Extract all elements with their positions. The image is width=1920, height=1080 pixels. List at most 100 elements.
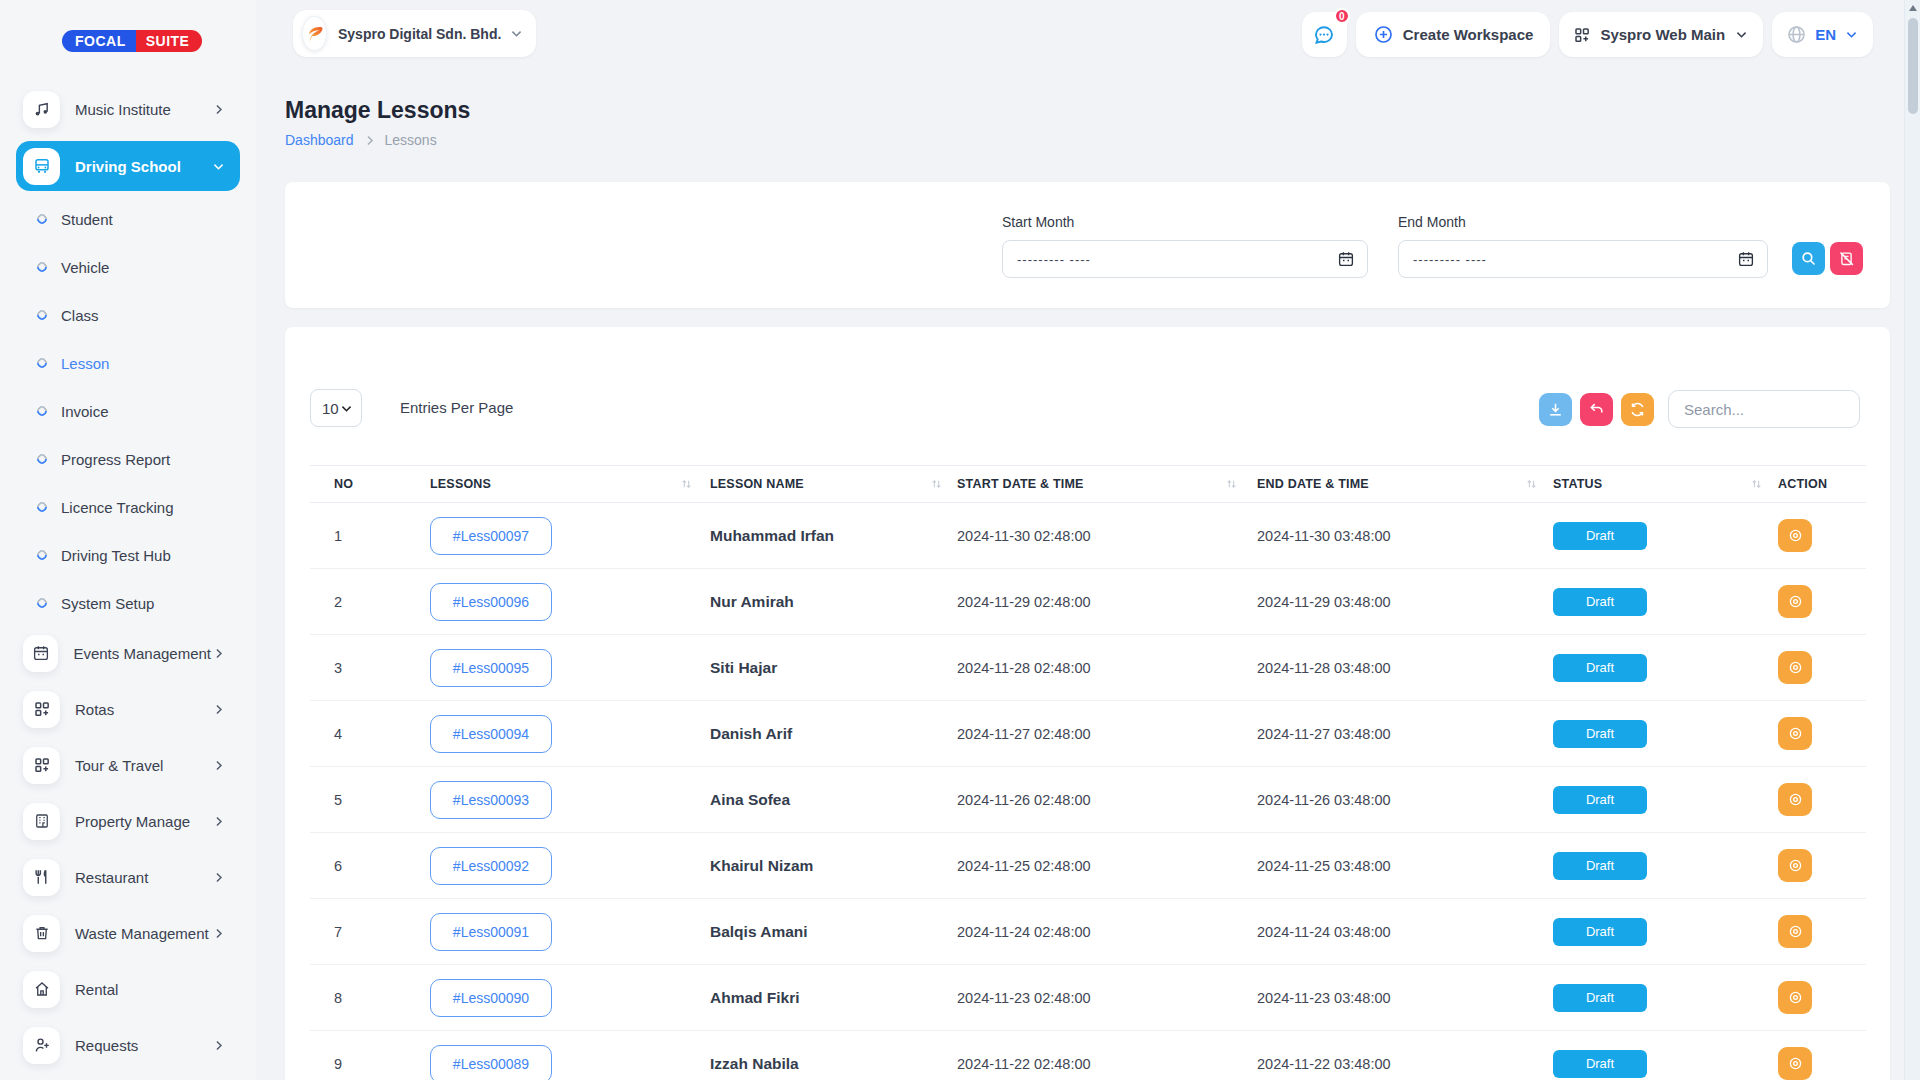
column-header-end-date-time[interactable]: END DATE & TIME: [1245, 477, 1545, 491]
lesson-id-badge[interactable]: #Less00091: [430, 913, 552, 951]
swoosh-logo-icon: [303, 22, 326, 45]
sidebar-item-vehicle[interactable]: Vehicle: [16, 247, 240, 287]
page-scrollbar[interactable]: [1904, 0, 1920, 1080]
calendar-icon[interactable]: [1737, 250, 1755, 268]
workspace-menu-dropdown[interactable]: Syspro Web Main: [1559, 12, 1763, 57]
sidebar-item-tour-travel[interactable]: Tour & Travel: [16, 743, 240, 787]
sort-icon[interactable]: [680, 478, 693, 491]
sidebar-item-rental[interactable]: Rental: [16, 967, 240, 1011]
create-workspace-button[interactable]: Create Workspace: [1356, 12, 1551, 57]
entries-per-page-label: Entries Per Page: [400, 399, 513, 416]
column-header-label: LESSON NAME: [710, 477, 804, 491]
breadcrumb-current: Lessons: [385, 132, 437, 148]
lesson-name: Danish Arif: [710, 725, 792, 742]
status-badge[interactable]: Draft: [1553, 588, 1647, 616]
refresh-button[interactable]: [1621, 393, 1654, 426]
status-badge[interactable]: Draft: [1553, 1050, 1647, 1078]
sort-icon[interactable]: [1225, 478, 1238, 491]
end-month-input[interactable]: --------- ----: [1398, 240, 1768, 278]
sidebar-item-music-institute[interactable]: Music Institute: [16, 87, 240, 131]
undo-button[interactable]: [1580, 393, 1613, 426]
column-header-label: LESSONS: [430, 477, 491, 491]
sidebar-item-label: Tour & Travel: [75, 757, 211, 774]
column-header-lesson-name[interactable]: LESSON NAME: [700, 477, 950, 491]
sidebar-item-student[interactable]: Student: [16, 199, 240, 239]
lesson-id-badge[interactable]: #Less00094: [430, 715, 552, 753]
table-search-input[interactable]: Search...: [1668, 390, 1860, 428]
status-badge[interactable]: Draft: [1553, 522, 1647, 550]
start-month-input[interactable]: --------- ----: [1002, 240, 1368, 278]
status-badge[interactable]: Draft: [1553, 654, 1647, 682]
sidebar-item-invoice[interactable]: Invoice: [16, 391, 240, 431]
circle-icon: [35, 260, 49, 274]
status-badge[interactable]: Draft: [1553, 852, 1647, 880]
sidebar-item-driving-test-hub[interactable]: Driving Test Hub: [16, 535, 240, 575]
view-action-button[interactable]: [1778, 849, 1812, 882]
sort-icon[interactable]: [1750, 478, 1763, 491]
view-action-button[interactable]: [1778, 585, 1812, 618]
sidebar-item-requests[interactable]: Requests: [16, 1023, 240, 1067]
calendar-icon[interactable]: [1337, 250, 1355, 268]
sidebar-item-class[interactable]: Class: [16, 295, 240, 335]
workspace-logo: [302, 16, 327, 51]
view-action-button[interactable]: [1778, 981, 1812, 1014]
view-action-button[interactable]: [1778, 783, 1812, 816]
lesson-name: Khairul Nizam: [710, 857, 813, 874]
lesson-id-badge[interactable]: #Less00093: [430, 781, 552, 819]
view-action-button[interactable]: [1778, 519, 1812, 552]
status-badge[interactable]: Draft: [1553, 918, 1647, 946]
scrollbar-up-arrow[interactable]: [1908, 3, 1918, 13]
breadcrumb-dashboard-link[interactable]: Dashboard: [285, 132, 354, 148]
chevron-down-icon: [1844, 27, 1859, 42]
chat-button[interactable]: 0: [1302, 12, 1347, 57]
lesson-id-badge[interactable]: #Less00095: [430, 649, 552, 687]
sidebar-item-progress-report[interactable]: Progress Report: [16, 439, 240, 479]
view-action-button[interactable]: [1778, 651, 1812, 684]
logo-part-suite: SUITE: [136, 30, 203, 52]
workspace-selector[interactable]: Syspro Digital Sdn. Bhd.: [293, 10, 536, 57]
breadcrumb: Dashboard Lessons: [285, 132, 437, 148]
status-badge[interactable]: Draft: [1553, 786, 1647, 814]
sort-icon[interactable]: [930, 478, 943, 491]
sidebar-item-label: Vehicle: [61, 259, 109, 276]
sidebar-item-label: Lesson: [61, 355, 109, 372]
circle-icon: [35, 308, 49, 322]
sidebar-item-system-setup[interactable]: System Setup: [16, 583, 240, 623]
chevron-right-icon: [211, 814, 226, 829]
export-button[interactable]: [1539, 393, 1572, 426]
scrollbar-thumb[interactable]: [1908, 18, 1918, 114]
lesson-id-badge[interactable]: #Less00097: [430, 517, 552, 555]
sidebar-item-waste-management[interactable]: Waste Management: [16, 911, 240, 955]
circle-icon: [35, 452, 49, 466]
circle-icon: [35, 500, 49, 514]
focal-suite-logo[interactable]: FOCAL SUITE: [62, 30, 202, 52]
sidebar-item-property-manage[interactable]: Property Manage: [16, 799, 240, 843]
lesson-id-badge[interactable]: #Less00090: [430, 979, 552, 1017]
filter-reset-button[interactable]: [1830, 242, 1863, 275]
status-badge[interactable]: Draft: [1553, 720, 1647, 748]
status-badge[interactable]: Draft: [1553, 984, 1647, 1012]
view-action-button[interactable]: [1778, 717, 1812, 750]
chevron-right-icon: [211, 870, 226, 885]
entries-per-page-select[interactable]: 10: [310, 389, 362, 427]
sidebar-item-driving-school[interactable]: Driving School: [16, 141, 240, 191]
column-header-status[interactable]: STATUS: [1545, 477, 1770, 491]
language-dropdown[interactable]: EN: [1772, 12, 1873, 57]
view-action-button[interactable]: [1778, 1047, 1812, 1080]
sidebar-item-restaurant[interactable]: Restaurant: [16, 855, 240, 899]
search-placeholder: Search...: [1684, 401, 1744, 418]
column-header-lessons[interactable]: LESSONS: [424, 477, 700, 491]
filter-search-button[interactable]: [1792, 242, 1825, 275]
view-action-button[interactable]: [1778, 915, 1812, 948]
sidebar-item-rotas[interactable]: Rotas: [16, 687, 240, 731]
music-icon: [23, 91, 60, 128]
lesson-id-badge[interactable]: #Less00096: [430, 583, 552, 621]
sort-icon[interactable]: [1525, 478, 1538, 491]
sidebar-item-licence-tracking[interactable]: Licence Tracking: [16, 487, 240, 527]
sidebar-item-events-management[interactable]: Events Management: [16, 631, 240, 675]
lesson-id-badge[interactable]: #Less00089: [430, 1045, 552, 1080]
sidebar-item-lesson[interactable]: Lesson: [16, 343, 240, 383]
table-row: 3#Less00095Siti Hajar2024-11-28 02:48:00…: [310, 635, 1866, 701]
column-header-start-date-time[interactable]: START DATE & TIME: [950, 477, 1245, 491]
lesson-id-badge[interactable]: #Less00092: [430, 847, 552, 885]
